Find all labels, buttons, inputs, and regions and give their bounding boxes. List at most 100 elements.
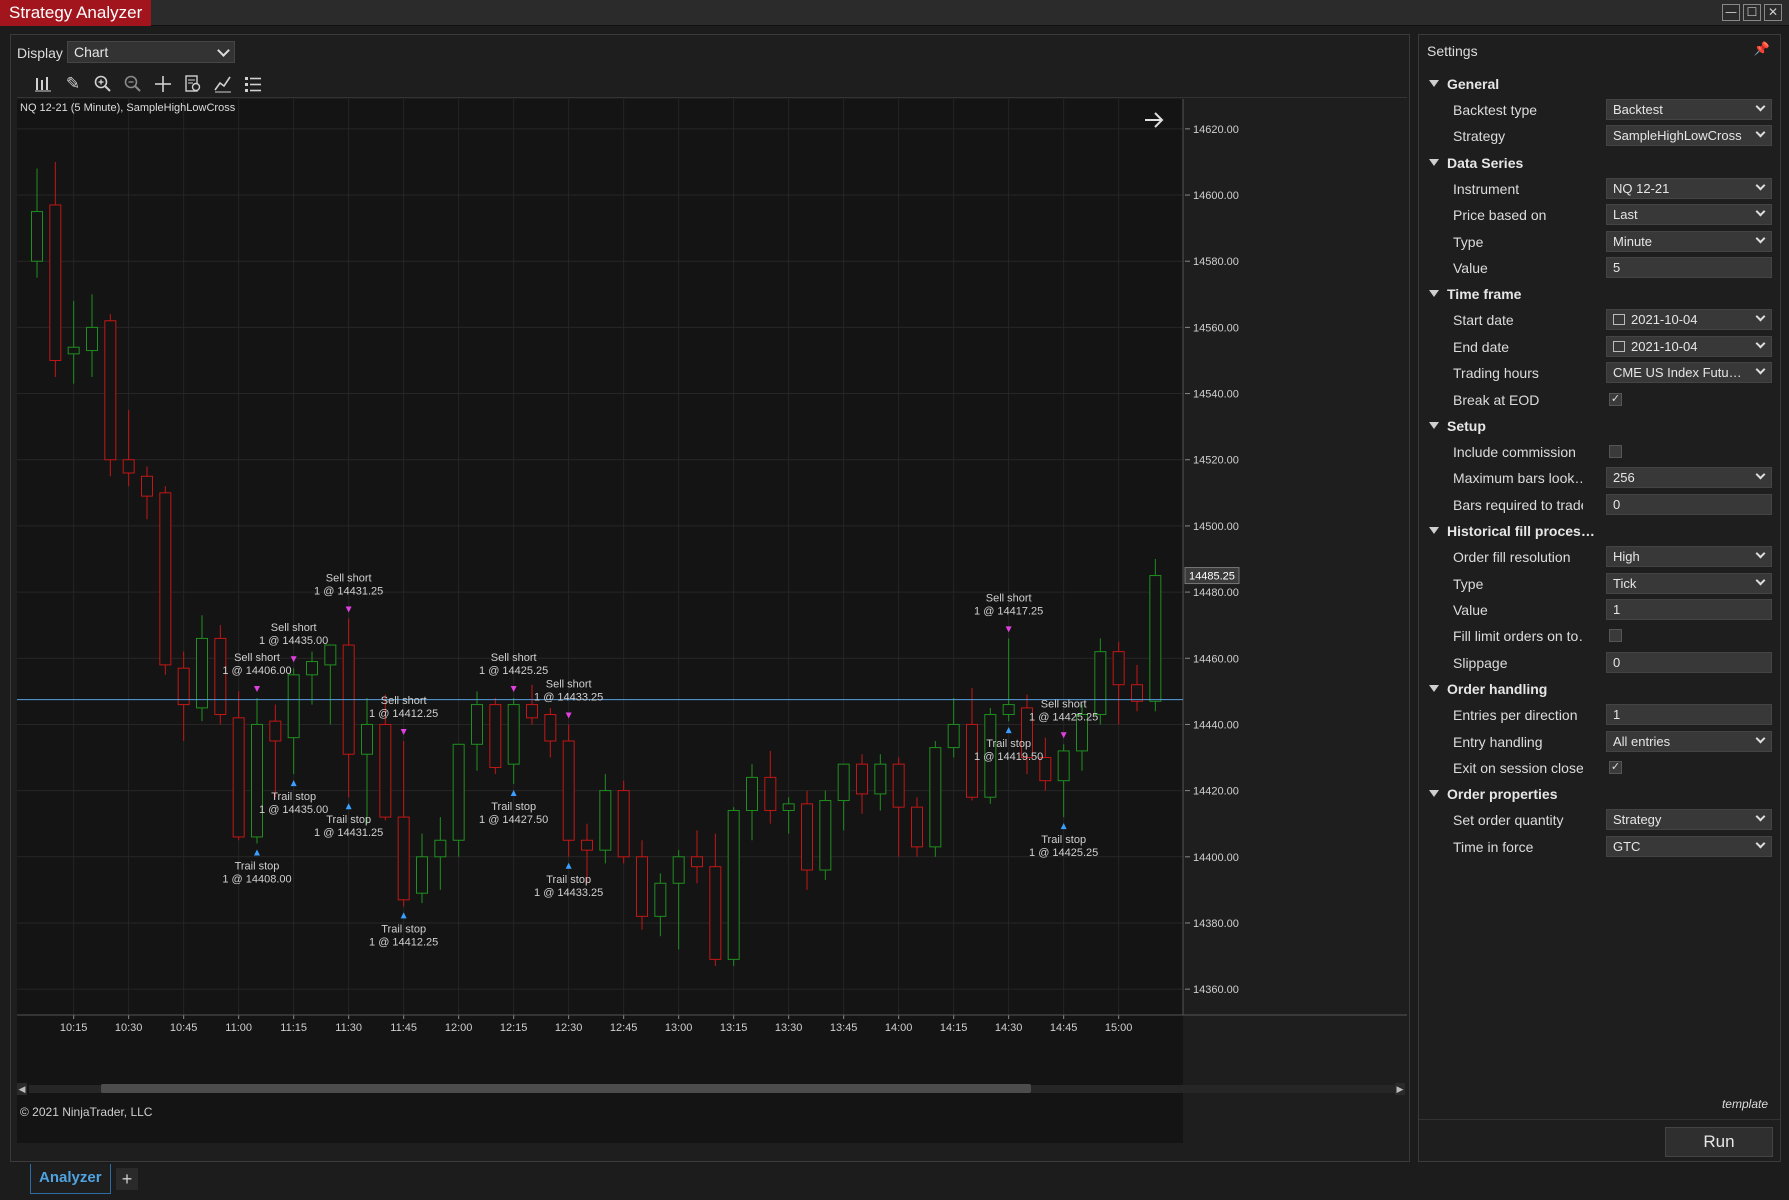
add-tab-button[interactable]: + xyxy=(116,1168,138,1190)
data-box-icon[interactable] xyxy=(181,72,205,96)
settings-category[interactable]: Historical fill proces… xyxy=(1419,518,1780,544)
settings-category[interactable]: Order properties xyxy=(1419,781,1780,807)
property-dropdown[interactable]: Backtest xyxy=(1606,99,1772,120)
property-dropdown[interactable]: High xyxy=(1606,546,1772,568)
execution-label: Trail stop xyxy=(235,861,280,873)
property-label: Strategy xyxy=(1453,128,1506,145)
property-dropdown[interactable]: Tick xyxy=(1606,572,1772,594)
chevron-down-icon xyxy=(1755,548,1766,559)
property-value: SampleHighLowCross xyxy=(1613,128,1742,144)
indicator-icon[interactable] xyxy=(211,72,235,96)
scroll-right-icon[interactable]: ▶ xyxy=(1395,1083,1405,1095)
collapse-triangle-icon[interactable] xyxy=(1429,422,1439,429)
maximize-icon[interactable]: ☐ xyxy=(1743,4,1761,21)
close-icon[interactable]: ✕ xyxy=(1764,4,1782,21)
candle-body xyxy=(819,800,832,871)
chevron-down-icon xyxy=(1755,180,1766,191)
property-input[interactable]: 1 xyxy=(1606,704,1772,726)
scrollbar-thumb[interactable] xyxy=(101,1084,1031,1093)
zoom-in-icon[interactable] xyxy=(91,72,115,96)
candle-body xyxy=(929,747,942,848)
pin-icon[interactable]: 📌 xyxy=(1754,41,1770,57)
property-dropdown[interactable]: CME US Index Futu… xyxy=(1606,362,1772,384)
property-dropdown[interactable]: Strategy xyxy=(1606,809,1772,831)
collapse-triangle-icon[interactable] xyxy=(1429,527,1439,535)
template-link[interactable]: template xyxy=(1722,1097,1768,1111)
candle-body xyxy=(269,720,282,742)
candle-body xyxy=(361,723,373,755)
collapse-triangle-icon[interactable] xyxy=(1429,685,1439,693)
settings-category[interactable]: Time frame xyxy=(1419,281,1780,307)
property-value: Tick xyxy=(1613,575,1637,591)
property-value: Minute xyxy=(1613,233,1653,249)
property-label: Include commission xyxy=(1453,444,1576,460)
collapse-triangle-icon[interactable] xyxy=(1429,80,1439,87)
collapse-triangle-icon[interactable] xyxy=(1429,158,1439,166)
property-input[interactable]: 0 xyxy=(1606,651,1772,673)
scroll-left-icon[interactable]: ◀ xyxy=(17,1083,27,1095)
crosshair-icon[interactable] xyxy=(151,72,175,96)
property-checkbox[interactable] xyxy=(1609,445,1622,458)
collapse-triangle-icon[interactable] xyxy=(1429,290,1439,298)
candle-body xyxy=(434,839,447,858)
zoom-out-icon[interactable] xyxy=(121,72,145,96)
property-input[interactable]: 0 xyxy=(1606,493,1772,515)
property-date-picker[interactable]: 2021-10-04 xyxy=(1606,309,1772,331)
settings-category[interactable]: Data Series xyxy=(1419,150,1780,176)
x-tick-label: 13:45 xyxy=(830,1022,858,1034)
x-tick-label: 12:00 xyxy=(445,1022,473,1034)
chart-canvas[interactable]: 14620.00 14600.00 14580.00 14560.00 14540.00… xyxy=(17,99,1407,1143)
property-input[interactable]: 5 xyxy=(1606,257,1772,278)
settings-property-row: Instrument NQ 12-21 xyxy=(1419,176,1780,202)
property-checkbox[interactable]: ✓ xyxy=(1609,392,1622,406)
run-button[interactable]: Run xyxy=(1665,1127,1773,1157)
execution-label: 1 @ 14435.00 xyxy=(259,804,328,816)
property-dropdown[interactable]: Minute xyxy=(1606,230,1772,252)
price-chart[interactable]: 14620.00 14600.00 14580.00 14560.00 14540.00… xyxy=(17,99,1407,1143)
settings-property-row: Break at EOD ✓ xyxy=(1419,387,1780,413)
property-value: High xyxy=(1613,549,1640,565)
candle-body xyxy=(251,723,263,838)
execution-label: 1 @ 14425.25 xyxy=(1029,711,1098,723)
property-label: Trading hours xyxy=(1453,365,1539,382)
execution-label: 1 @ 14406.00 xyxy=(222,665,291,677)
settings-property-row: Bars required to trade 0 xyxy=(1419,492,1780,518)
settings-category[interactable]: General xyxy=(1419,71,1780,97)
settings-property-row: Value 5 xyxy=(1419,255,1780,281)
chart-title: NQ 12-21 (5 Minute), SampleHighLowCross xyxy=(20,102,236,114)
property-value: 0 xyxy=(1613,654,1621,670)
property-checkbox[interactable]: ✓ xyxy=(1609,761,1622,774)
settings-property-row: Start date 2021-10-04 xyxy=(1419,307,1780,333)
property-dropdown[interactable]: SampleHighLowCross xyxy=(1606,125,1772,147)
tab-analyzer[interactable]: Analyzer xyxy=(30,1164,111,1194)
minimize-icon[interactable]: — xyxy=(1722,4,1740,21)
property-dropdown[interactable]: 256 xyxy=(1606,467,1772,489)
properties-list-icon[interactable] xyxy=(241,72,265,96)
property-input[interactable]: 1 xyxy=(1606,599,1772,620)
chart-panel: Display Chart ✎ 14620.00 14600.00 14580.00… xyxy=(10,34,1410,1162)
drawing-tool-icon[interactable]: ✎ xyxy=(61,72,85,96)
y-tick-label: 14480.00 xyxy=(1193,587,1239,599)
y-tick-label: 14380.00 xyxy=(1193,918,1239,930)
property-date-picker[interactable]: 2021-10-04 xyxy=(1606,335,1772,357)
property-dropdown[interactable]: All entries xyxy=(1606,730,1772,752)
candle-body xyxy=(67,346,80,355)
property-label: Break at EOD xyxy=(1453,391,1540,408)
settings-category[interactable]: Setup xyxy=(1419,413,1780,439)
display-select[interactable]: Chart xyxy=(67,41,235,63)
calendar-icon xyxy=(1613,340,1625,352)
bar-type-icon[interactable] xyxy=(31,72,55,96)
execution-label: 1 @ 14425.25 xyxy=(1029,847,1098,859)
candle-body xyxy=(1131,684,1143,702)
property-checkbox[interactable] xyxy=(1609,629,1622,643)
property-label: Fill limit orders on to… xyxy=(1453,628,1583,645)
settings-category[interactable]: Order handling xyxy=(1419,676,1780,702)
settings-property-row: Time in force GTC xyxy=(1419,834,1780,860)
settings-property-row: Trading hours CME US Index Futu… xyxy=(1419,360,1780,386)
collapse-triangle-icon[interactable] xyxy=(1429,790,1439,798)
property-dropdown[interactable]: Last xyxy=(1606,204,1772,226)
property-dropdown[interactable]: NQ 12-21 xyxy=(1606,177,1772,199)
category-label: Order properties xyxy=(1447,786,1558,803)
candle-body xyxy=(232,717,245,838)
property-dropdown[interactable]: GTC xyxy=(1606,835,1772,857)
